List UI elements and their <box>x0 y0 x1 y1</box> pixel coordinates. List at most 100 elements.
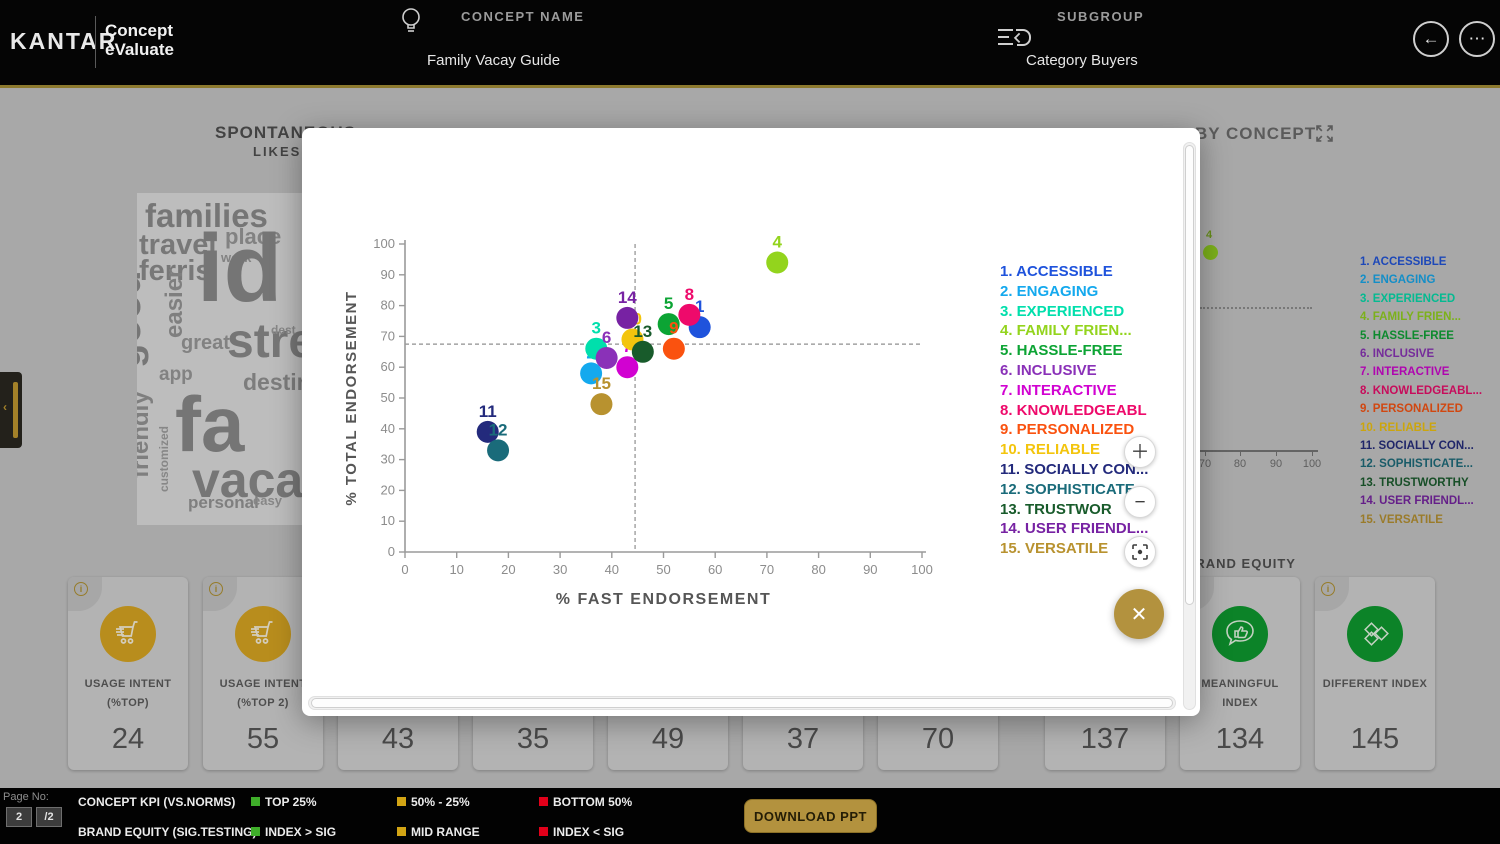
wordcloud-word: friendly <box>137 391 153 478</box>
kpi-card-label2: (%TOP) <box>70 697 186 709</box>
kpi-card-fold <box>203 577 237 611</box>
wordcloud-word: good <box>137 270 147 368</box>
kantar-logo: KANTAR <box>10 28 117 55</box>
footer-legend-item: MID RANGE <box>397 825 480 839</box>
wordcloud-word: personal <box>188 494 259 511</box>
chart-point-label-9: 9 <box>669 319 678 338</box>
bg-legend-item: 4. FAMILY FRIEN... <box>1360 308 1500 326</box>
footer-legend-item: INDEX < SIG <box>539 825 624 839</box>
bg-legend-item: 3. EXPERIENCED <box>1360 290 1500 308</box>
bg-legend-item: 14. USER FRIENDL... <box>1360 492 1500 510</box>
chart-point-6[interactable] <box>596 347 618 369</box>
info-icon[interactable]: i <box>74 582 88 596</box>
product-name: Concept eValuate <box>105 21 174 59</box>
kpi-card-value: 49 <box>608 723 728 756</box>
zoom-out-button[interactable]: − <box>1124 486 1156 518</box>
modal-horizontal-scrollbar[interactable] <box>308 696 1176 710</box>
info-icon[interactable]: i <box>209 582 223 596</box>
kpi-card-value: 24 <box>68 723 188 756</box>
wordcloud-word: id <box>197 221 282 317</box>
footer-legend-item: INDEX > SIG <box>251 825 336 839</box>
svg-text:10: 10 <box>381 513 395 528</box>
chart-point-9[interactable] <box>663 338 685 360</box>
kpi-card-value: 70 <box>878 723 998 756</box>
bg-chart-axis-tick <box>1205 450 1206 456</box>
svg-text:100: 100 <box>911 562 933 577</box>
modal-vertical-scrollbar[interactable] <box>1183 142 1196 710</box>
svg-text:30: 30 <box>381 452 395 467</box>
reset-zoom-button[interactable] <box>1124 536 1156 568</box>
modal-legend-item: 5. HASSLE-FREE <box>1000 341 1178 361</box>
more-options-button[interactable]: ⋯ <box>1459 21 1495 57</box>
zoom-out-icon: − <box>1134 492 1145 513</box>
diamonds-icon <box>1347 606 1403 662</box>
wordcloud-word: dest <box>271 324 296 336</box>
modal-legend-item: 14. USER FRIENDL... <box>1000 519 1178 539</box>
kpi-card-value: 35 <box>473 723 593 756</box>
chevron-left-icon: ‹ <box>3 400 7 414</box>
svg-text:% TOTAL ENDORSEMENT: % TOTAL ENDORSEMENT <box>343 290 360 505</box>
page-current-box[interactable]: 2 <box>6 807 32 827</box>
expand-icon[interactable] <box>1316 125 1333 147</box>
modal-legend-item: 4. FAMILY FRIEN... <box>1000 321 1178 341</box>
bg-legend-item: 7. INTERACTIVE <box>1360 363 1500 381</box>
lightbulb-icon <box>399 6 423 43</box>
bg-legend-item: 12. SOPHISTICATE... <box>1360 455 1500 473</box>
bg-chart-point-4-label: 4 <box>1206 229 1212 241</box>
bg-legend-item: 13. TRUSTWORTHY <box>1360 474 1500 492</box>
app-header: KANTAR Concept eValuate CONCEPT NAME Fam… <box>0 0 1500 88</box>
legend-swatch <box>539 827 548 836</box>
kpi-card-fold <box>68 577 102 611</box>
kpi-card-value: 134 <box>1180 723 1300 756</box>
chart-point-label-5: 5 <box>664 294 673 313</box>
bg-legend-item: 10. RELIABLE <box>1360 419 1500 437</box>
concept-name-label: CONCEPT NAME <box>461 9 584 24</box>
svg-text:40: 40 <box>605 562 619 577</box>
zoom-in-button[interactable]: ＋ <box>1124 436 1156 468</box>
chart-point-14[interactable] <box>616 307 638 329</box>
bg-legend-item: 8. KNOWLEDGEABL... <box>1360 382 1500 400</box>
wordcloud-word: vaca <box>192 455 303 505</box>
chart-point-8[interactable] <box>678 304 700 326</box>
wordcloud-word: great <box>181 333 230 353</box>
bg-legend-item: 9. PERSONALIZED <box>1360 400 1500 418</box>
bg-legend-item: 2. ENGAGING <box>1360 271 1500 289</box>
subgroup-value: Category Buyers <box>1026 52 1138 69</box>
svg-text:0: 0 <box>388 544 395 559</box>
product-name-line1: Concept <box>105 21 174 40</box>
info-icon[interactable]: i <box>1321 582 1335 596</box>
svg-text:80: 80 <box>811 562 825 577</box>
bg-concept-legend: 1. ACCESSIBLE2. ENGAGING3. EXPERIENCED4.… <box>1360 253 1500 529</box>
bg-chart-axis-tick-label: 90 <box>1270 458 1282 470</box>
bg-chart-axis-tick <box>1312 450 1313 456</box>
wordcloud-word: travel <box>139 231 216 260</box>
wordcloud-word: easier <box>163 269 187 338</box>
bg-chart-axis-tick-label: 80 <box>1234 458 1246 470</box>
kpi-card-label: DIFFERENT INDEX <box>1317 678 1433 690</box>
svg-text:60: 60 <box>708 562 722 577</box>
back-button[interactable]: ← <box>1413 21 1449 57</box>
kpi-card-fold <box>1315 577 1349 611</box>
svg-text:20: 20 <box>381 482 395 497</box>
footer-legend-item: 50% - 25% <box>397 795 470 809</box>
download-ppt-button[interactable]: DOWNLOAD PPT <box>744 799 877 833</box>
page-no-label: Page No: <box>3 791 49 803</box>
modal-legend-item: 8. KNOWLEDGEABL <box>1000 401 1178 421</box>
thumb-bubble-icon <box>1212 606 1268 662</box>
chart-point-label-4: 4 <box>773 232 783 251</box>
svg-text:10: 10 <box>449 562 463 577</box>
kpi-card-value: 37 <box>743 723 863 756</box>
chart-point-label-14: 14 <box>618 288 637 307</box>
page-total-box: /2 <box>36 807 62 827</box>
chart-point-13[interactable] <box>632 341 654 363</box>
svg-text:90: 90 <box>863 562 877 577</box>
wordcloud-word: ferris <box>139 257 212 286</box>
chart-point-4[interactable] <box>766 251 788 273</box>
kpi-card: iDIFFERENT INDEX145 <box>1315 577 1435 770</box>
sidebar-toggle[interactable]: ‹ <box>0 372 22 448</box>
chart-point-12[interactable] <box>487 439 509 461</box>
chart-point-label-13: 13 <box>633 322 652 341</box>
chart-point-15[interactable] <box>590 393 612 415</box>
modal-close-button[interactable]: ✕ <box>1114 589 1164 639</box>
kpi-card-value: 43 <box>338 723 458 756</box>
